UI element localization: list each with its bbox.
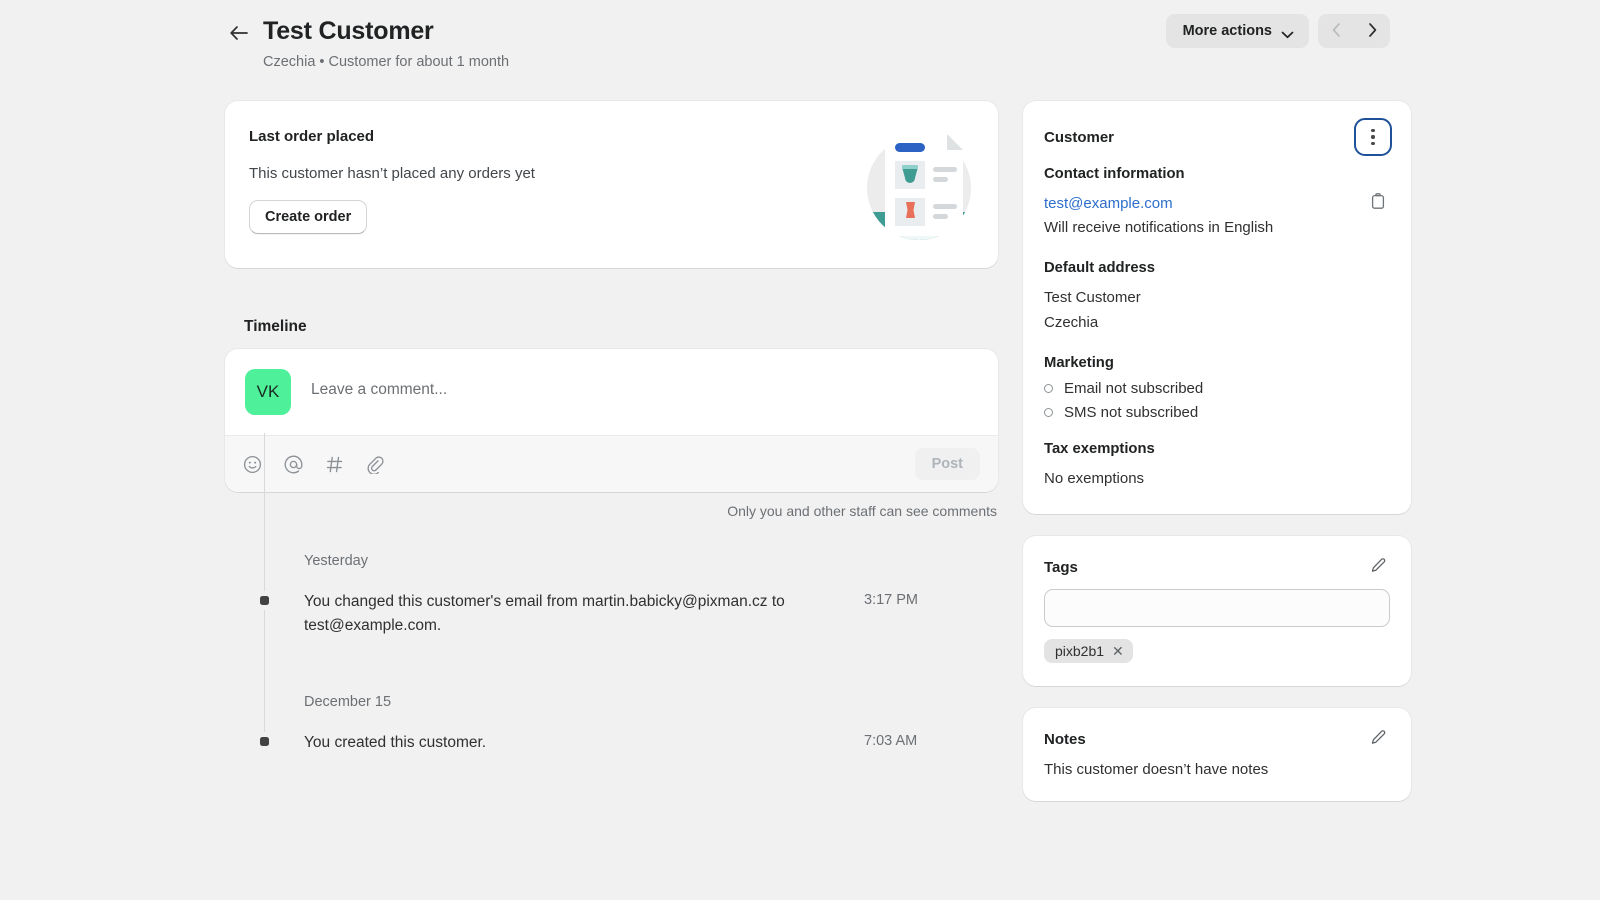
marketing-sms-status: SMS not subscribed <box>1044 404 1390 421</box>
chevron-down-icon <box>1281 27 1294 39</box>
contact-email-row: test@example.com <box>1044 191 1390 215</box>
timeline-event: You created this customer. 7:03 AM <box>225 731 998 755</box>
timeline-event-time: 7:03 AM <box>864 733 918 749</box>
main-column: Last order placed This customer hasn’t p… <box>225 101 998 755</box>
notification-language-note: Will receive notifications in English <box>1044 219 1274 236</box>
order-receipt-illustration <box>859 116 979 252</box>
more-actions-label: More actions <box>1182 23 1272 39</box>
customer-more-menu-button[interactable] <box>1354 118 1392 156</box>
notes-card-title: Notes <box>1044 730 1086 748</box>
tag-list: pixb2b1 ✕ <box>1044 639 1390 663</box>
header-actions: More actions <box>1165 14 1390 48</box>
page-title: Test Customer <box>263 17 434 45</box>
close-icon[interactable]: ✕ <box>1112 644 1124 658</box>
address-line-2: Czechia <box>1044 314 1099 331</box>
comment-input[interactable] <box>311 369 976 399</box>
avatar: VK <box>245 369 291 415</box>
attachment-icon[interactable] <box>364 453 386 475</box>
chevron-right-icon <box>1368 22 1377 40</box>
previous-customer-button[interactable] <box>1318 14 1354 48</box>
timeline-events: Yesterday You changed this customer's em… <box>225 433 998 755</box>
pencil-icon <box>1370 557 1387 577</box>
tag-label: pixb2b1 <box>1055 643 1105 659</box>
composer-top-row: VK <box>225 349 998 435</box>
address-line-1: Test Customer <box>1044 289 1141 306</box>
title-block: Test Customer Czechia • Customer for abo… <box>225 14 509 71</box>
hashtag-icon[interactable] <box>323 453 345 475</box>
timeline-day-label: December 15 <box>304 694 392 710</box>
more-actions-button[interactable]: More actions <box>1165 14 1309 48</box>
timeline-title: Timeline <box>244 318 307 335</box>
post-comment-button[interactable]: Post <box>914 448 980 480</box>
clipboard-copy-icon <box>1370 193 1386 213</box>
composer-tool-icons <box>241 453 386 475</box>
tax-exemptions-heading: Tax exemptions <box>1044 441 1155 457</box>
timeline-event-text: You created this customer. <box>304 734 487 751</box>
tags-input[interactable] <box>1044 589 1390 627</box>
timeline-gap <box>225 638 998 694</box>
notes-empty-text: This customer doesn’t have notes <box>1044 761 1269 778</box>
customer-card: Customer Contact information test@exampl… <box>1023 101 1411 514</box>
timeline-dot-icon <box>255 732 274 751</box>
copy-email-button[interactable] <box>1366 191 1390 215</box>
tag-pill[interactable]: pixb2b1 ✕ <box>1044 639 1133 663</box>
edit-tags-button[interactable] <box>1366 555 1390 579</box>
comment-visibility-note: Only you and other staff can see comment… <box>727 503 997 519</box>
page-subtitle: Czechia • Customer for about 1 month <box>263 54 510 70</box>
comment-composer: VK Leave a comment... Post <box>225 349 998 492</box>
circle-outline-icon <box>1044 384 1053 393</box>
title-text-group: Test Customer Czechia • Customer for abo… <box>263 16 509 71</box>
marketing-sms-label: SMS not subscribed <box>1064 404 1199 421</box>
back-button[interactable] <box>225 20 251 46</box>
tax-exemptions-value: No exemptions <box>1044 470 1145 487</box>
timeline-event: You changed this customer's email from m… <box>225 590 998 638</box>
notes-card: Notes This customer doesn’t have notes <box>1023 708 1411 801</box>
timeline-event-text: You changed this customer's email from m… <box>304 593 785 634</box>
arrow-left-icon <box>229 25 248 41</box>
timeline-rail <box>264 433 265 733</box>
timeline-dot-icon <box>255 591 274 610</box>
marketing-email-label: Email not subscribed <box>1064 380 1204 397</box>
circle-outline-icon <box>1044 408 1053 417</box>
edit-notes-button[interactable] <box>1366 727 1390 751</box>
tags-card-title: Tags <box>1044 558 1078 576</box>
marketing-email-status: Email not subscribed <box>1044 380 1390 397</box>
customer-card-header: Customer <box>1044 118 1392 156</box>
tags-card: Tags pixb2b1 ✕ <box>1023 536 1411 686</box>
pencil-icon <box>1370 729 1387 749</box>
customer-detail-page: Test Customer Czechia • Customer for abo… <box>0 0 1600 900</box>
marketing-heading: Marketing <box>1044 355 1114 371</box>
timeline-event-time: 3:17 PM <box>864 592 918 608</box>
page-header: Test Customer Czechia • Customer for abo… <box>225 14 1390 71</box>
next-customer-button[interactable] <box>1354 14 1390 48</box>
create-order-button[interactable]: Create order <box>249 200 368 234</box>
customer-email-link[interactable]: test@example.com <box>1044 195 1173 212</box>
tags-card-header: Tags <box>1044 555 1390 579</box>
notes-card-header: Notes <box>1044 727 1390 751</box>
chevron-left-icon <box>1332 22 1341 40</box>
more-vertical-icon <box>1371 127 1375 147</box>
side-column: Customer Contact information test@exampl… <box>1023 101 1411 801</box>
customer-card-title: Customer <box>1044 128 1115 146</box>
pagination <box>1318 14 1390 48</box>
default-address-heading: Default address <box>1044 260 1156 276</box>
last-order-card: Last order placed This customer hasn’t p… <box>225 101 998 268</box>
contact-information-heading: Contact information <box>1044 166 1185 182</box>
emoji-icon[interactable] <box>241 453 263 475</box>
mention-icon[interactable] <box>282 453 304 475</box>
composer-toolbar: Post <box>225 435 998 492</box>
timeline-day-label: Yesterday <box>304 553 368 569</box>
